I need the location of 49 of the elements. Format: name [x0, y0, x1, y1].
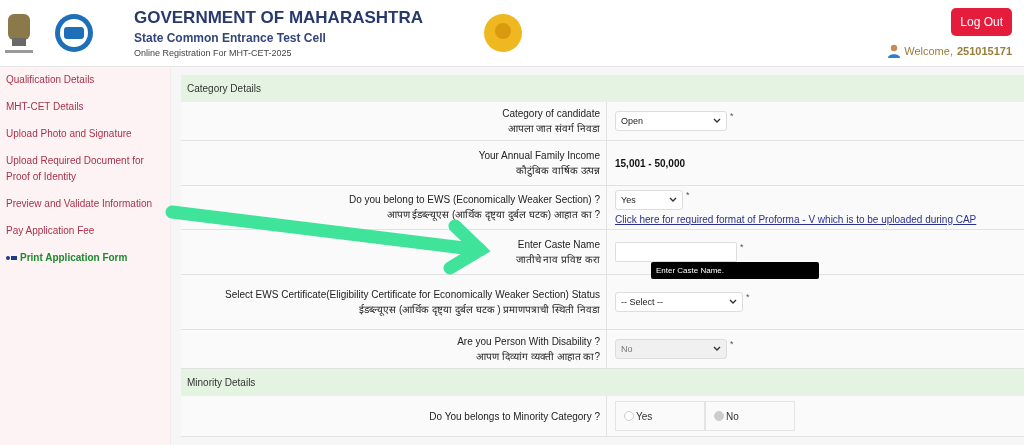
field-label-marathi: कौटुंबिक वार्षिक उत्पन्न	[516, 163, 600, 177]
field-label-marathi: आपला जात संवर्ग निवडा	[507, 121, 600, 135]
user-id: 251015171	[956, 45, 1012, 57]
field-label: Category of candidate	[502, 107, 600, 119]
site-title: GOVERNMENT OF MAHARASHTRA	[134, 8, 423, 28]
sidebar-link[interactable]: Upload Required Document for Proof of Identity	[6, 150, 156, 193]
logout-button[interactable]: Log Out	[951, 8, 1012, 36]
sidebar-link[interactable]: Upload Photo and Signature	[6, 123, 156, 150]
chevron-down-icon	[713, 346, 721, 352]
sidebar-link[interactable]: MHT-CET Details	[6, 96, 156, 123]
site-subtitle: State Common Entrance Test Cell	[134, 31, 327, 45]
required-mark: *	[746, 292, 750, 302]
field-label: Select EWS Certificate(Eligibility Certificate for Economically Weaker Section) Status	[225, 288, 600, 300]
required-mark: *	[686, 190, 690, 200]
chevron-down-icon	[729, 299, 737, 305]
section-header: Minority Details	[181, 369, 1024, 396]
field-label: Enter Caste Name	[517, 238, 600, 250]
section-header: Category Details	[181, 75, 1024, 102]
sidebar-link[interactable]: Print Application Form	[6, 247, 156, 274]
radio-option[interactable]: No	[705, 401, 795, 431]
income-value: 15,001 - 50,000	[615, 157, 687, 169]
sidebar-link[interactable]: Preview and Validate Information	[6, 193, 156, 220]
required-mark: *	[730, 111, 734, 121]
field-label: Your Annual Family Income	[478, 149, 600, 161]
field-label: Do you belong to EWS (Economically Weaker Section) ?	[348, 194, 600, 205]
printer-icon	[6, 255, 18, 261]
chevron-down-icon	[713, 118, 721, 124]
tooltip: Enter Caste Name.	[651, 262, 819, 279]
proforma-link[interactable]: Click here for required format of Proforma - V which is to be uploaded during CAP	[615, 214, 1016, 225]
select-field[interactable]: Open	[615, 111, 727, 131]
field-label: Do You belongs to Minority Category ?	[429, 410, 600, 422]
select-field[interactable]: -- Select --	[615, 292, 743, 312]
user-icon	[888, 44, 901, 58]
field-label-marathi: आपण ईडब्ल्यूएस (आर्थिक दृष्ट्या दुर्बल घटक) आहात का ?	[386, 208, 600, 221]
sidebar-link[interactable]: Pay Application Fee	[6, 220, 156, 247]
select-field[interactable]: Yes	[615, 190, 683, 210]
chevron-down-icon	[669, 197, 677, 203]
field-label-marathi: जातीचे नाव प्रविष्ट करा	[515, 252, 600, 266]
cet-logo-icon	[54, 13, 94, 53]
welcome-text: Welcome,	[904, 45, 953, 57]
field-label-marathi: ईडब्ल्यूएस (आर्थिक दृष्ट्या दुर्बल घटक ) प्रमाणपत्राची स्थिती निवडा	[359, 302, 600, 316]
seal-icon	[483, 13, 523, 53]
site-tagline: Online Registration For MHT-CET-2025	[134, 48, 293, 58]
radio-option[interactable]: Yes	[615, 401, 705, 431]
field-label-marathi: आपण दिव्यांग व्यक्ती आहात का?	[476, 349, 600, 363]
field-label: Are you Person With Disability ?	[457, 335, 600, 347]
required-mark: *	[740, 242, 744, 252]
required-mark: *	[730, 339, 734, 349]
sidebar-link[interactable]: Qualification Details	[6, 69, 156, 96]
